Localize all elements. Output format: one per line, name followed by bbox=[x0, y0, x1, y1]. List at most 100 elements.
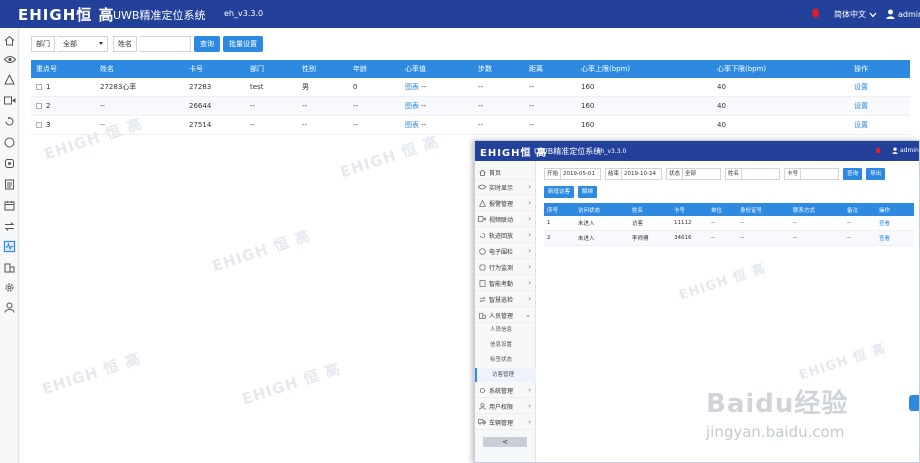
inset-sidebar: 首页 实时显示 › 报警管理 › 视频联动 › 轨迹回放 › 电子围栏 › 行为监测 › 智… bbox=[475, 161, 536, 462]
app-version: eh_v3.3.0 bbox=[224, 9, 264, 18]
inset-username: admin bbox=[900, 147, 919, 154]
export-button[interactable]: 导出 bbox=[866, 168, 886, 180]
table-row: 2 未进入 李师傅 34616 -- -- -- -- 查看 bbox=[544, 231, 914, 246]
menu-item-user-permissions[interactable]: 用户权限 › bbox=[475, 399, 536, 414]
eye-icon bbox=[478, 183, 486, 191]
settings-link[interactable]: 设置 bbox=[849, 82, 899, 92]
baidu-watermark: Baidu经验 bbox=[706, 389, 849, 419]
video-icon bbox=[478, 215, 486, 223]
baidu-watermark-url: jingyan.baidu.com bbox=[706, 423, 845, 441]
name-input[interactable] bbox=[140, 36, 191, 52]
query-button[interactable]: 查询 bbox=[194, 36, 220, 52]
bell-icon[interactable] bbox=[875, 147, 881, 155]
attendance-icon[interactable] bbox=[3, 178, 16, 191]
submenu-visitor-management[interactable]: 访客管理 bbox=[475, 368, 536, 382]
status-select[interactable]: 全部 bbox=[683, 168, 722, 180]
menu-item-patrol[interactable]: 智慧巡检 › bbox=[475, 292, 536, 307]
collapse-sidebar-button[interactable]: < bbox=[483, 437, 527, 447]
row-heart-rate: -- bbox=[421, 121, 427, 129]
chart-link[interactable]: 图表 bbox=[405, 102, 419, 110]
building-icon[interactable] bbox=[3, 261, 16, 274]
inset-user-menu[interactable]: admin bbox=[892, 147, 919, 154]
alarm-icon[interactable] bbox=[3, 73, 16, 86]
menu-item-home[interactable]: 首页 bbox=[475, 165, 536, 180]
row-hr-lower: 40 bbox=[717, 83, 726, 91]
menu-label: 人员管理 bbox=[489, 312, 514, 320]
col-id: 身份证号 bbox=[740, 207, 763, 214]
row-steps: -- bbox=[478, 121, 484, 129]
chevron-down-icon bbox=[869, 12, 877, 17]
menu-item-fence[interactable]: 电子围栏 › bbox=[475, 244, 536, 259]
user-menu[interactable]: admin bbox=[886, 9, 920, 19]
row-sex: -- bbox=[302, 102, 308, 110]
fence-icon[interactable] bbox=[3, 136, 16, 149]
row-checkbox[interactable] bbox=[36, 122, 42, 128]
submenu-tag-status[interactable]: 标签状态 bbox=[475, 353, 536, 367]
settings-link[interactable]: 设置 bbox=[849, 120, 899, 130]
menu-item-personnel[interactable]: 人员管理 ⌄ bbox=[475, 308, 536, 323]
menu-item-realtime[interactable]: 实时显示 › bbox=[475, 180, 536, 195]
playback-icon[interactable] bbox=[3, 115, 16, 128]
menu-item-system[interactable]: 系统管理 › bbox=[475, 383, 536, 398]
person-icon[interactable] bbox=[3, 301, 16, 314]
menu-item-video[interactable]: 视频联动 › bbox=[475, 212, 536, 227]
menu-item-playback[interactable]: 轨迹回放 › bbox=[475, 228, 536, 243]
row-hr-upper: 160 bbox=[581, 121, 595, 129]
menu-item-vehicle[interactable]: 车辆管理 › bbox=[475, 415, 536, 430]
batch-settings-button[interactable]: 批量设置 bbox=[223, 36, 263, 52]
query-button[interactable]: 查询 bbox=[843, 168, 863, 180]
alarm-icon bbox=[478, 199, 486, 207]
language-selector[interactable]: 简体中文 bbox=[834, 9, 877, 20]
menu-item-behavior[interactable]: 行为监测 › bbox=[475, 260, 536, 275]
submenu-person-info[interactable]: 人员信息 bbox=[475, 323, 536, 337]
menu-label: 智能考勤 bbox=[489, 280, 514, 288]
submenu-info-settings[interactable]: 信息设置 bbox=[475, 338, 536, 352]
start-date-input[interactable]: 2019-05-01 bbox=[561, 168, 602, 180]
chart-link[interactable]: 图表 bbox=[405, 121, 419, 129]
card-input[interactable] bbox=[801, 168, 840, 180]
user-icon bbox=[886, 9, 895, 19]
row-heart-rate: -- bbox=[421, 102, 427, 110]
brand-logo: EHIGH恒 高 bbox=[18, 6, 115, 24]
behavior-icon[interactable] bbox=[3, 157, 16, 170]
row-id: -- bbox=[740, 235, 744, 241]
menu-item-alarm[interactable]: 报警管理 › bbox=[475, 196, 536, 211]
row-heart-rate: -- bbox=[421, 83, 427, 91]
row-card: 26644 bbox=[189, 102, 212, 110]
add-visitor-button[interactable]: 新增访客 bbox=[544, 186, 575, 198]
playback-icon bbox=[478, 231, 486, 239]
menu-label: 电子围栏 bbox=[489, 248, 514, 256]
bell-icon[interactable] bbox=[811, 8, 820, 19]
eye-icon[interactable] bbox=[3, 53, 16, 66]
menu-item-attendance[interactable]: 智能考勤 › bbox=[475, 276, 536, 291]
menu-label: 智慧巡检 bbox=[489, 296, 514, 304]
gear-icon[interactable] bbox=[3, 281, 16, 294]
chevron-right-icon: › bbox=[528, 263, 531, 271]
col-action: 操作 bbox=[879, 207, 891, 214]
chart-link[interactable]: 图表 bbox=[405, 83, 419, 91]
department-select[interactable]: 全部 bbox=[58, 36, 108, 52]
row-card: 27283 bbox=[189, 83, 212, 91]
chevron-down-icon: ⌄ bbox=[525, 311, 531, 319]
end-date-input[interactable]: 2019-10-24 bbox=[622, 168, 663, 180]
calendar-icon[interactable] bbox=[3, 199, 16, 212]
inset-filter-bar: 开始 2019-05-01 结束 2019-10-24 状态 全部 姓名 卡号 … bbox=[544, 168, 886, 180]
heart-rate-icon[interactable] bbox=[3, 240, 16, 253]
col-no: 序号 bbox=[547, 207, 559, 214]
settings-link[interactable]: 设置 bbox=[849, 101, 899, 111]
release-button[interactable]: 解绑 bbox=[578, 186, 598, 198]
view-link[interactable]: 查看 bbox=[876, 219, 914, 227]
col-steps: 步数 bbox=[478, 65, 492, 73]
row-checkbox[interactable] bbox=[36, 84, 42, 90]
chevron-right-icon: › bbox=[528, 279, 531, 287]
home-icon[interactable] bbox=[3, 34, 16, 47]
side-float-tab[interactable] bbox=[909, 395, 919, 411]
view-link[interactable]: 查看 bbox=[876, 234, 914, 242]
inset-action-bar: 新增访客 解绑 bbox=[544, 186, 598, 198]
row-checkbox[interactable] bbox=[36, 103, 42, 109]
name-label: 姓名 bbox=[725, 168, 743, 180]
table-header: 重点号 姓名 卡号 部门 性别 年龄 心率值 步数 距离 心率上限(bpm) 心… bbox=[31, 60, 910, 78]
video-icon[interactable] bbox=[3, 94, 16, 107]
name-input[interactable] bbox=[742, 168, 781, 180]
swap-icon[interactable] bbox=[3, 220, 16, 233]
